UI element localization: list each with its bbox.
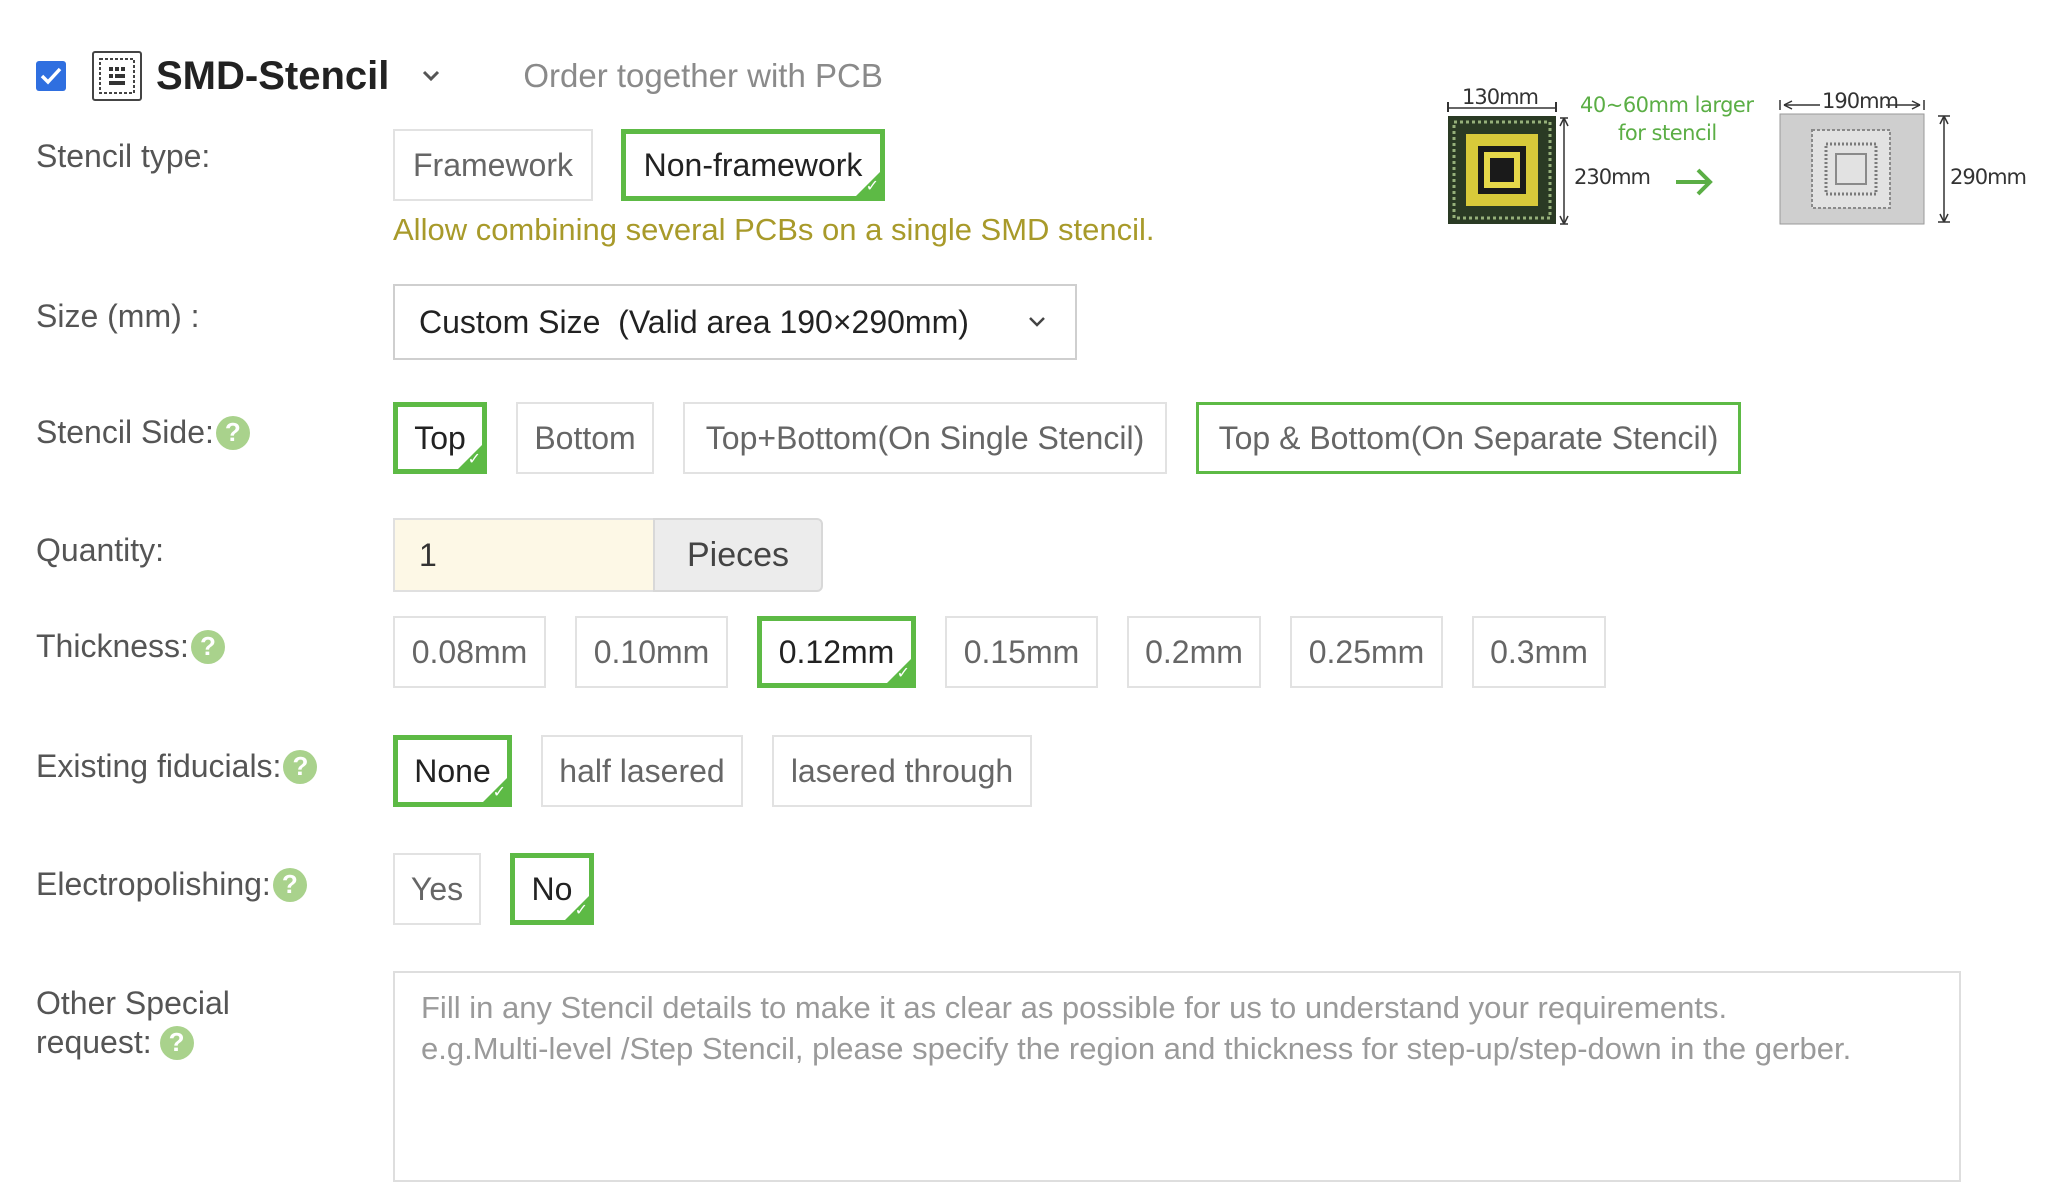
electropolishing-label: Electropolishing: ? xyxy=(36,866,307,903)
quantity-label: Quantity: xyxy=(36,532,164,569)
other-request-label: Other Special request: ? xyxy=(36,984,230,1062)
other-request-label-line1: Other Special xyxy=(36,985,230,1021)
option-label: 0.15mm xyxy=(963,633,1080,670)
option-label: Top+Bottom(On Single Stencil) xyxy=(705,419,1145,456)
help-icon[interactable]: ? xyxy=(272,867,307,902)
size-label: Size (mm) : xyxy=(36,298,200,335)
option-label: 0.25mm xyxy=(1308,633,1425,670)
help-icon[interactable]: ? xyxy=(283,749,318,784)
selected-check-icon: ✓ xyxy=(467,451,481,468)
stencil-type-options: Framework✓ Non-framework✓ xyxy=(393,129,885,201)
other-request-textarea[interactable] xyxy=(393,971,1961,1182)
fiducials-half-lasered[interactable]: half lasered✓ xyxy=(541,735,743,807)
section-title: SMD-Stencil xyxy=(156,53,390,98)
stencil-type-framework[interactable]: Framework✓ xyxy=(393,129,593,201)
other-request-label-line2: request: xyxy=(36,1024,152,1060)
stencil-type-label-text: Stencil type: xyxy=(36,138,211,174)
fiducials-label-text: Existing fiducials: xyxy=(36,748,282,784)
help-icon[interactable]: ? xyxy=(159,1025,194,1060)
larger-note-line2: for stencil xyxy=(1618,121,1717,145)
stencil-size-diagram: 130mm 230mm 40~60mm larger for stencil 1… xyxy=(1447,86,2027,225)
fiducials-label: Existing fiducials: ? xyxy=(36,748,318,785)
fiducials-none[interactable]: None ✓ xyxy=(393,735,512,807)
thickness-option[interactable]: 0.10mm✓ xyxy=(575,616,728,688)
option-label: 0.12mm xyxy=(778,633,895,670)
fiducials-options: None✓ half lasered✓ lasered through✓ xyxy=(393,735,1032,807)
thickness-option[interactable]: 0.15mm✓ xyxy=(945,616,1098,688)
order-stencil-checkbox[interactable] xyxy=(36,61,66,91)
pcb-height-label: 230mm xyxy=(1574,165,1650,189)
help-icon[interactable]: ? xyxy=(215,415,250,450)
order-together-text: Order together with PCB xyxy=(523,57,883,94)
electropolishing-options: Yes✓ No✓ xyxy=(393,853,594,925)
option-label: Bottom xyxy=(534,419,636,456)
option-label: 0.2mm xyxy=(1145,633,1243,670)
selected-check-icon: ✓ xyxy=(574,902,588,919)
option-label: Top xyxy=(414,419,466,456)
selected-check-icon: ✓ xyxy=(492,784,506,801)
stencil-type-label: Stencil type: xyxy=(36,138,210,175)
quantity-label-text: Quantity: xyxy=(36,532,165,568)
option-label: half lasered xyxy=(559,752,725,789)
thickness-label: Thickness: ? xyxy=(36,628,225,665)
option-label: 0.3mm xyxy=(1490,633,1588,670)
help-icon[interactable]: ? xyxy=(190,629,225,664)
stencil-height-label: 290mm xyxy=(1950,165,2026,189)
fiducials-lasered-through[interactable]: lasered through✓ xyxy=(772,735,1032,807)
thickness-option[interactable]: 0.3mm✓ xyxy=(1472,616,1606,688)
electropolishing-yes[interactable]: Yes✓ xyxy=(393,853,481,925)
stencil-side-top-bottom-separate[interactable]: Top & Bottom(On Separate Stencil)✓ xyxy=(1196,402,1741,474)
chevron-down-icon xyxy=(1023,308,1051,336)
option-label: Framework xyxy=(412,146,573,183)
stencil-type-non-framework[interactable]: Non-framework ✓ xyxy=(621,129,885,201)
stencil-image xyxy=(1779,113,1925,225)
selected-check-icon: ✓ xyxy=(896,665,910,682)
stencil-side-label: Stencil Side: ? xyxy=(36,414,250,451)
option-label: 0.08mm xyxy=(411,633,528,670)
quantity-group: Pieces xyxy=(393,518,823,592)
selected-check-icon: ✓ xyxy=(865,178,879,195)
right-arrow-icon xyxy=(1676,168,1713,196)
stencil-side-bottom[interactable]: Bottom✓ xyxy=(516,402,654,474)
pcb-width-label: 130mm xyxy=(1462,86,1538,109)
quantity-unit: Pieces xyxy=(653,518,823,592)
electropolishing-no[interactable]: No ✓ xyxy=(510,853,594,925)
option-label: lasered through xyxy=(790,752,1014,789)
thickness-option[interactable]: 0.2mm✓ xyxy=(1127,616,1261,688)
option-label: Top & Bottom(On Separate Stencil) xyxy=(1218,419,1719,456)
larger-note-line1: 40~60mm larger xyxy=(1580,93,1754,117)
thickness-option[interactable]: 0.08mm✓ xyxy=(393,616,546,688)
section-header: SMD-Stencil Order together with PCB xyxy=(36,46,883,106)
chevron-down-icon[interactable] xyxy=(417,62,445,90)
thickness-option-selected[interactable]: 0.12mm ✓ xyxy=(757,616,916,688)
size-label-text: Size (mm) : xyxy=(36,298,200,334)
thickness-label-text: Thickness: xyxy=(36,628,189,664)
thickness-option[interactable]: 0.25mm✓ xyxy=(1290,616,1443,688)
stencil-side-top-bottom-single[interactable]: Top+Bottom(On Single Stencil)✓ xyxy=(683,402,1167,474)
check-icon xyxy=(40,67,62,85)
option-label: No xyxy=(531,870,573,907)
pcb-image xyxy=(1448,116,1556,224)
option-label: 0.10mm xyxy=(593,633,710,670)
stencil-width-label: 190mm xyxy=(1822,89,1898,113)
option-label: Yes xyxy=(410,870,464,907)
option-label: Non-framework xyxy=(643,146,863,183)
stencil-side-options: Top✓ Bottom✓ Top+Bottom(On Single Stenci… xyxy=(393,402,1741,474)
stencil-product-icon xyxy=(92,51,142,101)
electropolishing-label-text: Electropolishing: xyxy=(36,866,271,902)
other-request-label-line2-wrap: request: ? xyxy=(36,1023,194,1062)
quantity-input[interactable] xyxy=(393,518,653,592)
stencil-side-label-text: Stencil Side: xyxy=(36,414,214,450)
size-select[interactable]: Custom Size (Valid area 190×290mm) xyxy=(393,284,1077,360)
size-select-value: Custom Size (Valid area 190×290mm) xyxy=(419,303,969,340)
option-label: None xyxy=(414,752,491,789)
stencil-side-top[interactable]: Top ✓ xyxy=(393,402,487,474)
thickness-options: 0.08mm✓ 0.10mm✓ 0.12mm✓ 0.15mm✓ 0.2mm✓ 0… xyxy=(393,616,1606,688)
stencil-type-note: Allow combining several PCBs on a single… xyxy=(393,212,1155,247)
